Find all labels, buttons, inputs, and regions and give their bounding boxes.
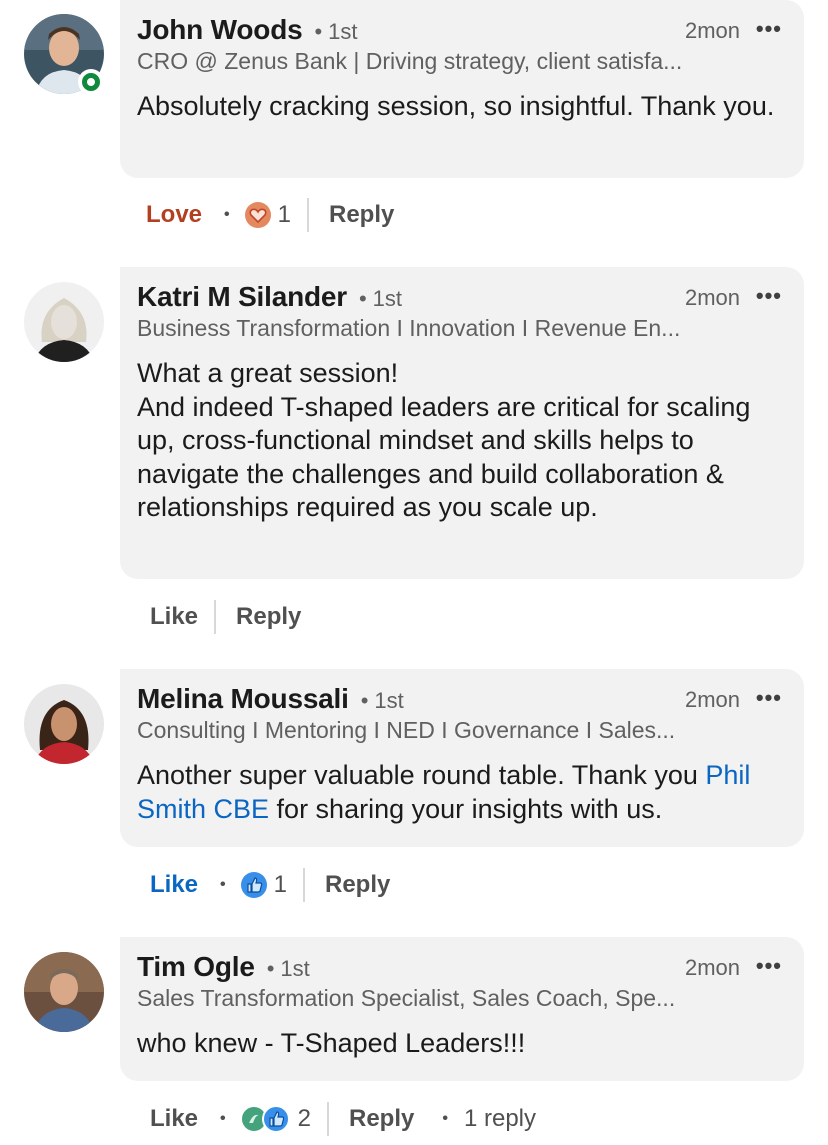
comment-text: who knew - T-Shaped Leaders!!! bbox=[137, 1028, 526, 1058]
reaction-count[interactable]: 2 bbox=[298, 1105, 311, 1133]
like-button[interactable]: Like bbox=[138, 1105, 210, 1133]
comment-bubble: Katri M Silander • 1st 2mon ••• Business T… bbox=[120, 267, 804, 579]
author-name[interactable]: Melina Moussali bbox=[137, 683, 349, 714]
comment-text: What a great session! And indeed T-shape… bbox=[137, 357, 786, 541]
more-icon[interactable]: ••• bbox=[756, 953, 782, 979]
like-button[interactable]: Like bbox=[138, 603, 210, 631]
reaction-count[interactable]: 1 bbox=[278, 201, 291, 229]
reply-button[interactable]: Reply bbox=[224, 603, 313, 631]
timestamp: 2mon bbox=[684, 285, 740, 310]
avatar[interactable] bbox=[24, 684, 104, 764]
author-name[interactable]: John Woods bbox=[137, 14, 303, 45]
comment-actions: Like Reply bbox=[138, 597, 313, 637]
comment-line: What a great session! bbox=[137, 358, 399, 388]
connection-degree: • 1st bbox=[358, 286, 403, 311]
reaction-icons[interactable] bbox=[239, 1104, 292, 1134]
divider bbox=[306, 198, 309, 232]
separator-dot: • bbox=[220, 876, 226, 893]
comment-bubble: Melina Moussali • 1st 2mon ••• Consulting … bbox=[120, 669, 804, 847]
connection-degree: • 1st bbox=[266, 956, 310, 981]
avatar[interactable] bbox=[24, 282, 104, 362]
timestamp: 2mon bbox=[684, 687, 740, 712]
comment-actions: Like • 2 Reply • 1 reply bbox=[138, 1099, 536, 1139]
timestamp: 2mon bbox=[684, 955, 740, 980]
author-headline: Sales Transformation Specialist, Sales C… bbox=[137, 985, 676, 1011]
divider bbox=[214, 600, 217, 634]
connection-degree: • 1st bbox=[360, 688, 404, 713]
like-reaction-icon[interactable] bbox=[240, 871, 268, 899]
like-button[interactable]: Like bbox=[138, 871, 210, 899]
divider bbox=[327, 1102, 329, 1136]
comment-text-end: for sharing your insights with us. bbox=[269, 793, 663, 824]
love-reaction-icon[interactable] bbox=[244, 201, 272, 229]
comment-bubble: John Woods • 1st 2mon ••• CRO @ Zenus Bank… bbox=[120, 0, 804, 178]
online-status-icon bbox=[78, 69, 104, 95]
reply-button[interactable]: Reply bbox=[337, 1105, 426, 1133]
comment-actions: Like • 1 Reply bbox=[138, 865, 402, 905]
more-icon[interactable]: ••• bbox=[756, 16, 782, 42]
comment-text: Absolutely cracking session, so insightf… bbox=[137, 91, 775, 121]
author-name[interactable]: Tim Ogle bbox=[137, 951, 255, 982]
separator-dot: • bbox=[220, 1110, 226, 1127]
comment-actions: Love • 1 Reply bbox=[134, 195, 406, 235]
connection-degree: • 1st bbox=[314, 19, 358, 44]
more-icon[interactable]: ••• bbox=[756, 685, 782, 711]
author-headline: Business Transformation I Innovation I R… bbox=[137, 315, 681, 341]
love-button[interactable]: Love bbox=[134, 201, 214, 229]
celebrate-reaction-icon bbox=[239, 1105, 290, 1133]
comment-bubble: Tim Ogle • 1st 2mon ••• Sales Transformati… bbox=[120, 937, 804, 1081]
separator-dot: • bbox=[224, 206, 230, 223]
timestamp: 2mon bbox=[684, 18, 740, 43]
comment-text: Another super valuable round table. Than… bbox=[137, 759, 786, 842]
comment-text-start: Another super valuable round table. Than… bbox=[137, 760, 706, 790]
reply-button[interactable]: Reply bbox=[313, 871, 402, 899]
reply-button[interactable]: Reply bbox=[317, 201, 406, 229]
replies-count-link[interactable]: 1 reply bbox=[464, 1105, 536, 1133]
divider bbox=[303, 868, 305, 902]
avatar[interactable] bbox=[24, 952, 104, 1032]
author-name[interactable]: Katri M Silander bbox=[137, 281, 347, 312]
separator-dot: • bbox=[442, 1110, 448, 1127]
comment-line: And indeed T-shaped leaders are critical… bbox=[137, 391, 751, 523]
reaction-count[interactable]: 1 bbox=[274, 871, 287, 899]
author-headline: CRO @ Zenus Bank | Driving strategy, cli… bbox=[137, 48, 683, 74]
more-icon[interactable]: ••• bbox=[756, 283, 782, 309]
author-headline: Consulting I Mentoring I NED I Governanc… bbox=[137, 717, 676, 743]
